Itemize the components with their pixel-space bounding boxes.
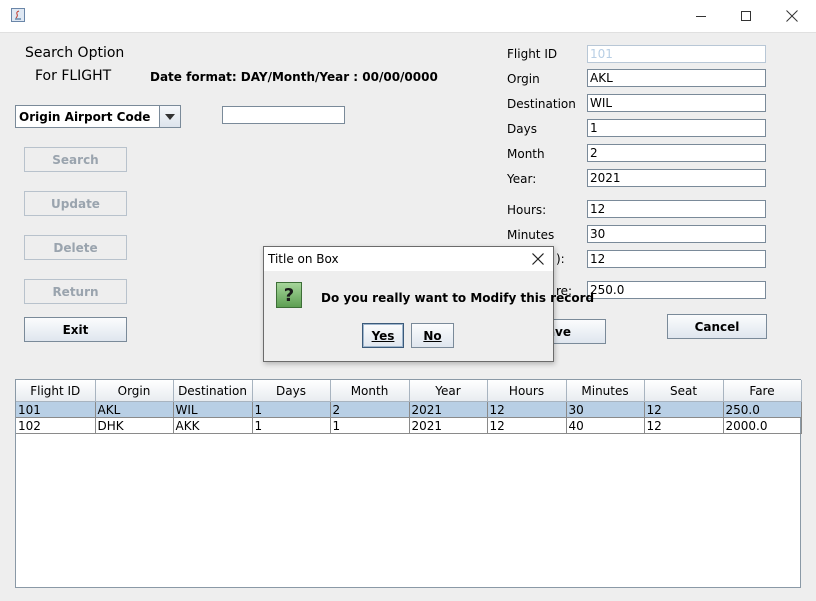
column-header[interactable]: Orgin	[95, 380, 174, 402]
year-label: Year:	[507, 172, 537, 186]
destination-label: Destination	[507, 97, 576, 111]
java-app-icon	[11, 8, 25, 22]
table-cell: 2021	[409, 417, 488, 434]
dropdown-arrow[interactable]	[159, 106, 180, 127]
search-button[interactable]: Search	[24, 147, 127, 172]
column-header[interactable]: Flight ID	[16, 380, 96, 402]
table-cell: 40	[566, 417, 645, 434]
chevron-down-icon	[165, 113, 175, 120]
year-field[interactable]: 2021	[587, 169, 766, 187]
yes-button[interactable]: Yes	[362, 323, 404, 348]
origin-label: Orgin	[507, 72, 540, 86]
table-cell: 2000.0	[723, 417, 802, 434]
table-cell: 101	[16, 401, 96, 418]
seat-field[interactable]: 12	[587, 250, 766, 268]
month-field[interactable]: 2	[587, 144, 766, 162]
table-cell: DHK	[95, 417, 174, 434]
days-label: Days	[507, 122, 537, 136]
confirm-dialog: Title on Box ? Do you really want to Mod…	[263, 246, 594, 362]
close-button[interactable]	[769, 0, 815, 32]
destination-field[interactable]: WIL	[587, 94, 766, 112]
table-cell: AKL	[95, 401, 174, 418]
flights-table[interactable]: Flight ID Orgin Destination Days Month Year Ho…	[15, 379, 802, 588]
dropdown-selected-value: Origin Airport Code	[19, 110, 151, 124]
column-header[interactable]: Year	[409, 380, 488, 402]
table-cell: 1	[330, 417, 410, 434]
column-header[interactable]: Hours	[487, 380, 567, 402]
table-cell: 2021	[409, 401, 488, 418]
minimize-button[interactable]	[678, 0, 724, 32]
column-header[interactable]: Month	[330, 380, 410, 402]
table-cell: 12	[644, 401, 724, 418]
column-header[interactable]: Days	[252, 380, 331, 402]
origin-field[interactable]: AKL	[587, 69, 766, 87]
table-cell: 12	[644, 417, 724, 434]
update-button[interactable]: Update	[24, 191, 127, 216]
fare-field[interactable]: 250.0	[587, 281, 766, 299]
maximize-icon	[741, 11, 751, 21]
dialog-message: Do you really want to Modify this record	[321, 291, 595, 305]
flight-id-label: Flight ID	[507, 47, 558, 61]
close-icon	[786, 10, 798, 22]
table-cell: 2	[330, 401, 410, 418]
table-cell: 12	[487, 401, 567, 418]
table-row[interactable]: 101 AKL WIL 1 2 2021 12 30 12 250.0	[16, 401, 802, 418]
no-button[interactable]: No	[411, 323, 454, 348]
minutes-label: Minutes	[507, 228, 555, 242]
table-cell: AKK	[173, 417, 253, 434]
for-flight-label: For FLIGHT	[35, 68, 112, 84]
table-cell: 1	[252, 401, 331, 418]
date-format-label: Date format: DAY/Month/Year : 00/00/0000	[150, 70, 438, 84]
month-label: Month	[507, 147, 545, 161]
minutes-field[interactable]: 30	[587, 225, 766, 243]
table-row[interactable]: 102 DHK AKK 1 1 2021 12 40 12 2000.0	[16, 417, 802, 434]
flight-id-field[interactable]: 101	[587, 45, 766, 63]
search-field-dropdown[interactable]: Origin Airport Code	[15, 105, 181, 128]
column-header[interactable]: Fare	[723, 380, 802, 402]
close-icon	[532, 253, 544, 265]
hours-label: Hours:	[507, 203, 547, 217]
maximize-button[interactable]	[723, 0, 769, 32]
column-header[interactable]: Minutes	[566, 380, 645, 402]
table-cell: 30	[566, 401, 645, 418]
table-cell: 1	[252, 417, 331, 434]
dialog-close-button[interactable]	[529, 250, 547, 268]
question-icon: ?	[276, 282, 302, 308]
table-cell: WIL	[173, 401, 253, 418]
search-option-title: Search Option	[25, 45, 125, 61]
table-header-row: Flight ID Orgin Destination Days Month Year Ho…	[16, 380, 802, 402]
seat-label: ):	[556, 252, 565, 266]
return-button[interactable]: Return	[24, 279, 127, 304]
table-cell: 12	[487, 417, 567, 434]
column-header[interactable]: Seat	[644, 380, 724, 402]
exit-button[interactable]: Exit	[24, 317, 127, 342]
delete-button[interactable]: Delete	[24, 235, 127, 260]
column-header[interactable]: Destination	[173, 380, 253, 402]
hours-field[interactable]: 12	[587, 200, 766, 218]
dialog-titlebar: Title on Box	[264, 247, 553, 271]
table-cell: 102	[16, 417, 96, 434]
days-field[interactable]: 1	[587, 119, 766, 137]
search-input[interactable]	[222, 106, 345, 124]
table-cell: 250.0	[723, 401, 802, 418]
dialog-title: Title on Box	[268, 252, 339, 266]
window-titlebar	[0, 0, 816, 33]
minimize-icon	[696, 16, 706, 17]
cancel-button[interactable]: Cancel	[667, 314, 767, 339]
